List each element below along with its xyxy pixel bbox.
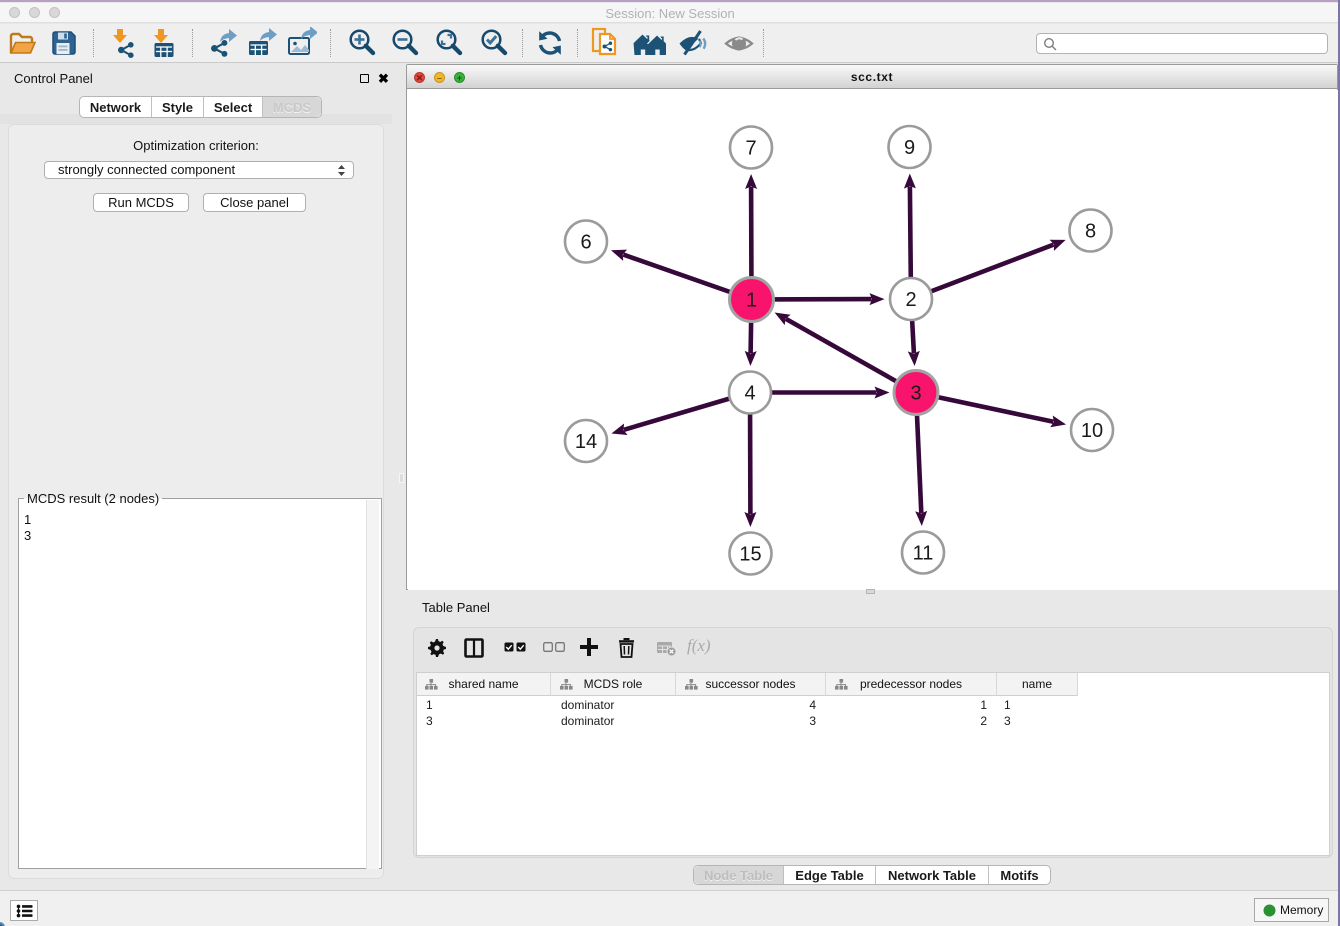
svg-text:1: 1 (746, 290, 757, 312)
svg-text:7: 7 (745, 138, 756, 160)
svg-text:10: 10 (1081, 420, 1103, 442)
svg-text:9: 9 (904, 137, 915, 159)
svg-text:11: 11 (913, 543, 934, 565)
svg-text:15: 15 (739, 544, 761, 566)
svg-text:2: 2 (905, 289, 916, 311)
svg-text:4: 4 (744, 383, 755, 405)
svg-text:14: 14 (575, 431, 597, 453)
svg-text:3: 3 (910, 383, 921, 405)
svg-text:8: 8 (1085, 221, 1096, 243)
svg-text:6: 6 (580, 232, 591, 254)
